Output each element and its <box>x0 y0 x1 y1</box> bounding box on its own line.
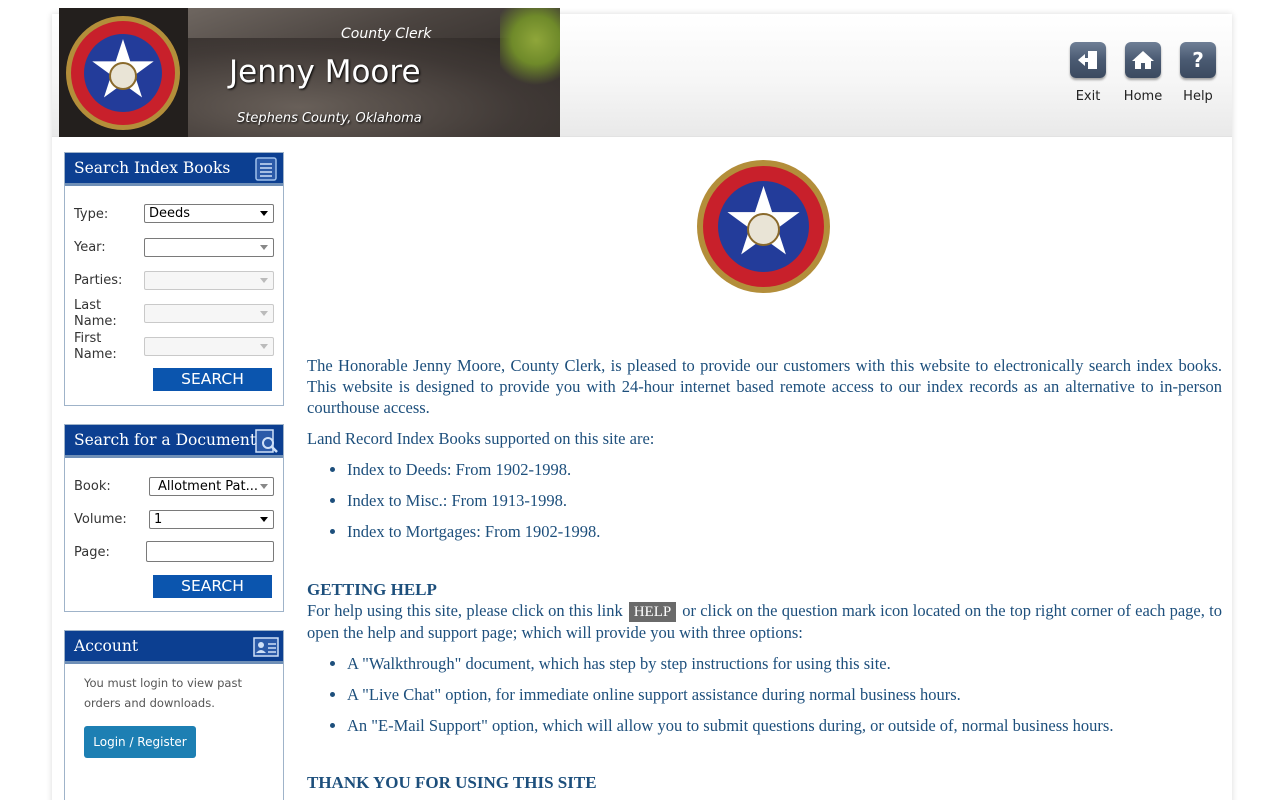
contact-card-icon <box>253 637 279 657</box>
chevron-down-icon <box>260 311 268 316</box>
chevron-down-icon <box>260 484 268 489</box>
last-name-label: Last Name: <box>74 298 117 329</box>
help-text-before: For help using this site, please click o… <box>307 601 623 620</box>
book-label: Book: <box>74 479 111 494</box>
help-options-list: A "Walkthrough" document, which has step… <box>347 653 1222 736</box>
volume-label: Volume: <box>74 512 127 527</box>
chevron-down-icon <box>260 344 268 349</box>
parties-label: Parties: <box>74 273 123 288</box>
main-content: The Honorable Jenny Moore, County Clerk,… <box>307 150 1222 793</box>
document-search-icon <box>255 429 278 453</box>
page-label: Page: <box>74 545 110 560</box>
search-document-panel: Search for a Document Book: Allotment Pa… <box>64 424 284 612</box>
list-item: A "Walkthrough" document, which has step… <box>347 653 1222 674</box>
help-label: Help <box>1183 89 1213 104</box>
chevron-down-icon <box>260 211 268 216</box>
year-label: Year: <box>74 240 106 255</box>
supported-list: Index to Deeds: From 1902-1998. Index to… <box>347 459 1222 542</box>
type-select-value: Deeds <box>149 206 191 221</box>
list-item: An "E-Mail Support" option, which will a… <box>347 715 1222 736</box>
volume-select[interactable]: 1 <box>149 510 274 529</box>
book-select[interactable]: Allotment Pat... <box>149 477 274 496</box>
parties-select[interactable] <box>144 271 274 290</box>
chevron-down-icon <box>260 278 268 283</box>
county-seal-icon: ★ <box>66 16 180 130</box>
book-ledger-icon <box>255 157 277 181</box>
first-name-select[interactable] <box>144 337 274 356</box>
account-header: Account <box>65 631 283 664</box>
type-label: Type: <box>74 207 109 222</box>
exit-label: Exit <box>1075 89 1101 104</box>
type-select[interactable]: Deeds <box>144 204 274 223</box>
list-item: Index to Misc.: From 1913-1998. <box>347 490 1222 511</box>
chevron-down-icon <box>260 245 268 250</box>
banner-clerk-name: Jenny Moore <box>229 54 421 90</box>
intro-paragraph: The Honorable Jenny Moore, County Clerk,… <box>307 356 1222 417</box>
exit-icon <box>1070 42 1106 78</box>
search-index-header: Search Index Books <box>65 153 283 186</box>
help-link[interactable]: HELP <box>628 602 677 622</box>
search-document-button[interactable]: SEARCH <box>153 575 272 598</box>
list-item: Index to Deeds: From 1902-1998. <box>347 459 1222 480</box>
home-label: Home <box>1123 89 1163 104</box>
banner: ★ County Clerk Jenny Moore Stephens Coun… <box>59 8 560 137</box>
search-index-button[interactable]: SEARCH <box>153 368 272 391</box>
thank-you-heading: THANK YOU FOR USING THIS SITE <box>307 773 597 792</box>
list-item: A "Live Chat" option, for immediate onli… <box>347 684 1222 705</box>
top-nav: Exit Home ? Help <box>1070 42 1216 104</box>
search-index-title: Search Index Books <box>74 159 231 177</box>
search-document-title: Search for a Document <box>74 431 257 449</box>
exit-button[interactable]: Exit <box>1070 42 1106 104</box>
banner-seal-area: ★ <box>59 8 188 137</box>
help-paragraph: For help using this site, please click o… <box>307 600 1222 643</box>
home-button[interactable]: Home <box>1124 42 1162 104</box>
banner-office: County Clerk <box>341 26 432 42</box>
login-register-button[interactable]: Login / Register <box>84 726 196 758</box>
book-select-value: Allotment Pat... <box>158 479 259 494</box>
list-item: Index to Mortgages: From 1902-1998. <box>347 521 1222 542</box>
supported-heading: Land Record Index Books supported on thi… <box>307 429 655 448</box>
page-input[interactable] <box>146 541 274 562</box>
first-name-label: First Name: <box>74 331 117 362</box>
banner-location: Stephens County, Oklahoma <box>237 111 422 126</box>
last-name-select[interactable] <box>144 304 274 323</box>
home-icon <box>1125 42 1161 78</box>
help-button[interactable]: ? Help <box>1180 42 1216 104</box>
year-select[interactable] <box>144 238 274 257</box>
search-document-header: Search for a Document <box>65 425 283 458</box>
search-index-panel: Search Index Books Type: Deeds Year: Par… <box>64 152 284 406</box>
volume-select-value: 1 <box>154 512 163 527</box>
help-icon: ? <box>1180 42 1216 78</box>
account-message: You must login to view past orders and d… <box>84 676 242 710</box>
getting-help-heading: GETTING HELP <box>307 580 437 599</box>
account-title: Account <box>74 637 139 655</box>
account-panel: Account You must login to view past orde… <box>64 630 284 800</box>
chevron-down-icon <box>260 517 268 522</box>
